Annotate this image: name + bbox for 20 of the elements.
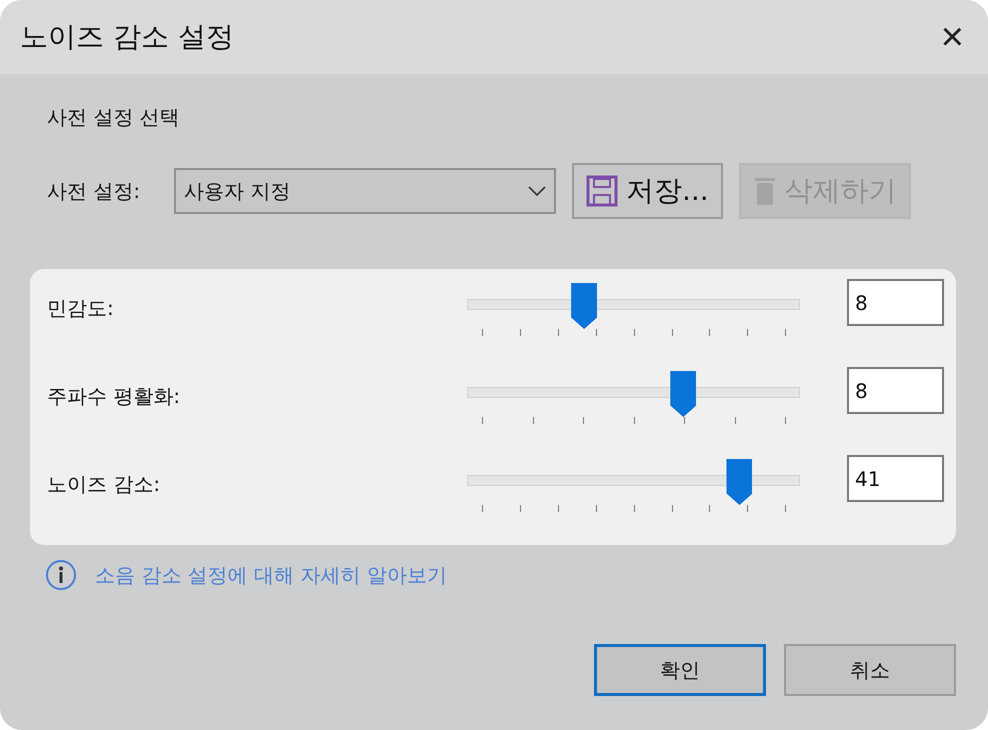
- value-field[interactable]: 41: [847, 455, 944, 502]
- save-button[interactable]: 저장...: [572, 163, 723, 219]
- slider-label: 노이즈 감소:: [47, 471, 162, 498]
- slider-thumb[interactable]: [571, 283, 598, 329]
- cancel-button[interactable]: 취소: [784, 644, 956, 696]
- preset-label: 사전 설정:: [47, 178, 142, 204]
- close-button[interactable]: ×: [936, 17, 968, 57]
- slider-label: 민감도:: [47, 295, 115, 322]
- slider-label: 주파수 평활화:: [47, 383, 182, 410]
- preset-dropdown[interactable]: 사용자 지정: [174, 168, 556, 214]
- ok-button[interactable]: 확인: [594, 644, 766, 696]
- slider-thumb[interactable]: [670, 371, 696, 417]
- trash-icon: [752, 175, 777, 207]
- info-icon: [45, 559, 77, 591]
- section-heading: 사전 설정 선택: [47, 104, 181, 131]
- value-field[interactable]: 8: [847, 367, 944, 414]
- window-title: 노이즈 감소 설정: [20, 19, 234, 55]
- chevron-down-icon: [528, 186, 546, 196]
- value-field[interactable]: 8: [847, 279, 944, 326]
- slider-thumb[interactable]: [726, 459, 752, 505]
